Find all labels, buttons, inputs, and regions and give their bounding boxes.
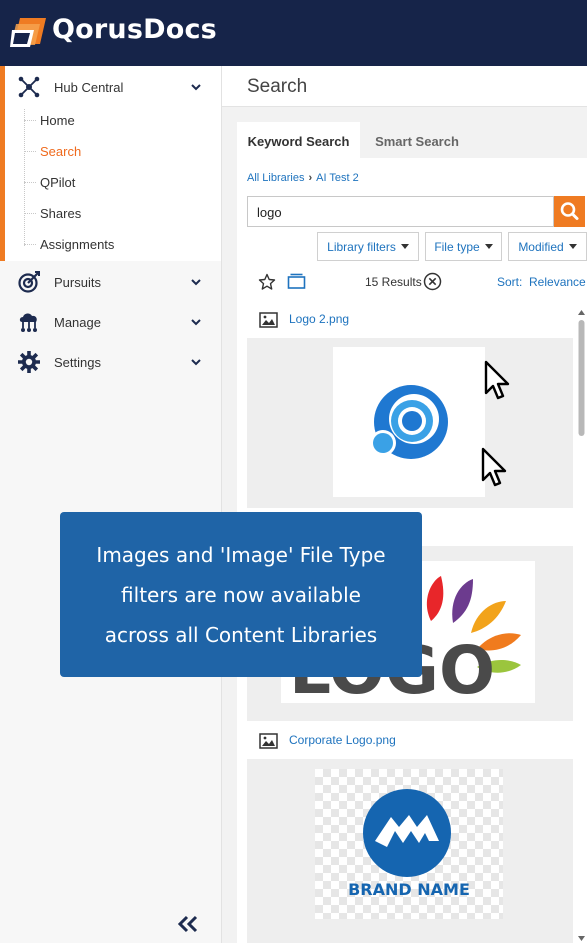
result-name[interactable]: Corporate Logo.png — [289, 733, 396, 747]
sidebar-item-label: Settings — [54, 355, 101, 370]
modified-dropdown[interactable]: Modified — [508, 232, 587, 261]
breadcrumb-all-libraries[interactable]: All Libraries — [247, 172, 304, 184]
image-file-icon — [259, 312, 278, 328]
breadcrumb-current[interactable]: AI Test 2 — [316, 172, 359, 184]
qorusdocs-logo-icon — [10, 18, 46, 47]
file-type-dropdown[interactable]: File type — [425, 232, 502, 261]
chevron-down-icon[interactable] — [190, 276, 202, 288]
caret-down-icon — [568, 244, 577, 249]
sidebar-item-shares[interactable]: Shares — [24, 199, 204, 227]
sidebar: Hub Central Home Search QPilot Shares As… — [0, 66, 222, 943]
brand-logo-image: BRAND NAME — [348, 789, 470, 899]
search-button[interactable] — [554, 196, 585, 227]
caret-down-icon — [484, 244, 493, 249]
chevron-down-icon[interactable] — [190, 316, 202, 328]
top-bar: QorusDocs — [0, 0, 587, 66]
breadcrumb-separator-icon: › — [308, 172, 313, 184]
clear-results-icon[interactable] — [423, 272, 442, 291]
results-count: 15 Results — [365, 275, 422, 289]
mouse-cursor-icon — [481, 447, 507, 487]
list-item[interactable]: Corporate Logo.png — [247, 721, 573, 759]
search-input[interactable]: logo — [247, 196, 554, 227]
sidebar-item-pursuits[interactable]: Pursuits — [0, 262, 221, 302]
view-toggle-icon[interactable] — [287, 272, 306, 290]
sidebar-item-label: Pursuits — [54, 275, 101, 290]
main-panel: Search Keyword Search Smart Search All L… — [222, 66, 587, 943]
thumbnail-image — [333, 347, 485, 497]
cloud-network-icon — [19, 313, 37, 332]
circle-logo-image — [370, 385, 448, 459]
caret-down-icon — [400, 244, 409, 249]
sidebar-item-search[interactable]: Search — [24, 137, 204, 165]
page-title: Search — [247, 76, 308, 97]
brand-name-text: BRAND NAME — [348, 880, 470, 899]
sidebar-item-label: Manage — [54, 315, 101, 330]
thumbnail-image: BRAND NAME — [315, 769, 503, 919]
sidebar-item-home[interactable]: Home — [24, 106, 204, 134]
library-filters-dropdown[interactable]: Library filters — [317, 232, 419, 261]
mouse-cursor-icon — [484, 360, 510, 400]
list-item[interactable]: Logo 2.png — [247, 300, 573, 338]
tab-smart-search[interactable]: Smart Search — [362, 122, 472, 158]
image-file-icon — [259, 733, 278, 749]
search-input-value: logo — [257, 205, 282, 220]
sort-control[interactable]: Sort: Relevance — [497, 275, 586, 289]
gear-icon — [18, 351, 40, 373]
sidebar-item-assignments[interactable]: Assignments — [24, 230, 204, 258]
sidebar-item-label: Hub Central — [54, 80, 124, 95]
result-preview — [247, 338, 573, 508]
search-icon — [560, 202, 579, 220]
page-header: Search — [222, 66, 587, 107]
sidebar-item-hub-central[interactable]: Hub Central — [0, 66, 221, 106]
sidebar-item-manage[interactable]: Manage — [0, 302, 221, 342]
double-chevron-left-icon[interactable] — [176, 914, 200, 934]
breadcrumb: All Libraries › AI Test 2 — [247, 172, 359, 184]
sidebar-item-settings[interactable]: Settings — [0, 342, 221, 382]
chevron-down-icon[interactable] — [190, 81, 202, 93]
sort-value: Relevance — [529, 275, 586, 289]
feature-callout: Images and 'Image' File Type filters are… — [60, 512, 422, 677]
star-icon[interactable] — [258, 273, 276, 291]
tab-keyword-search[interactable]: Keyword Search — [237, 122, 360, 158]
hub-network-icon — [18, 76, 40, 98]
scrollbar[interactable] — [576, 308, 587, 943]
target-icon — [18, 271, 40, 293]
sidebar-item-qpilot[interactable]: QPilot — [24, 168, 204, 196]
result-name[interactable]: Logo 2.png — [289, 312, 349, 326]
result-preview: BRAND NAME — [247, 759, 573, 943]
chevron-down-icon[interactable] — [190, 356, 202, 368]
brand-name: QorusDocs — [52, 14, 217, 45]
callout-text: Images and 'Image' File Type filters are… — [96, 543, 386, 647]
